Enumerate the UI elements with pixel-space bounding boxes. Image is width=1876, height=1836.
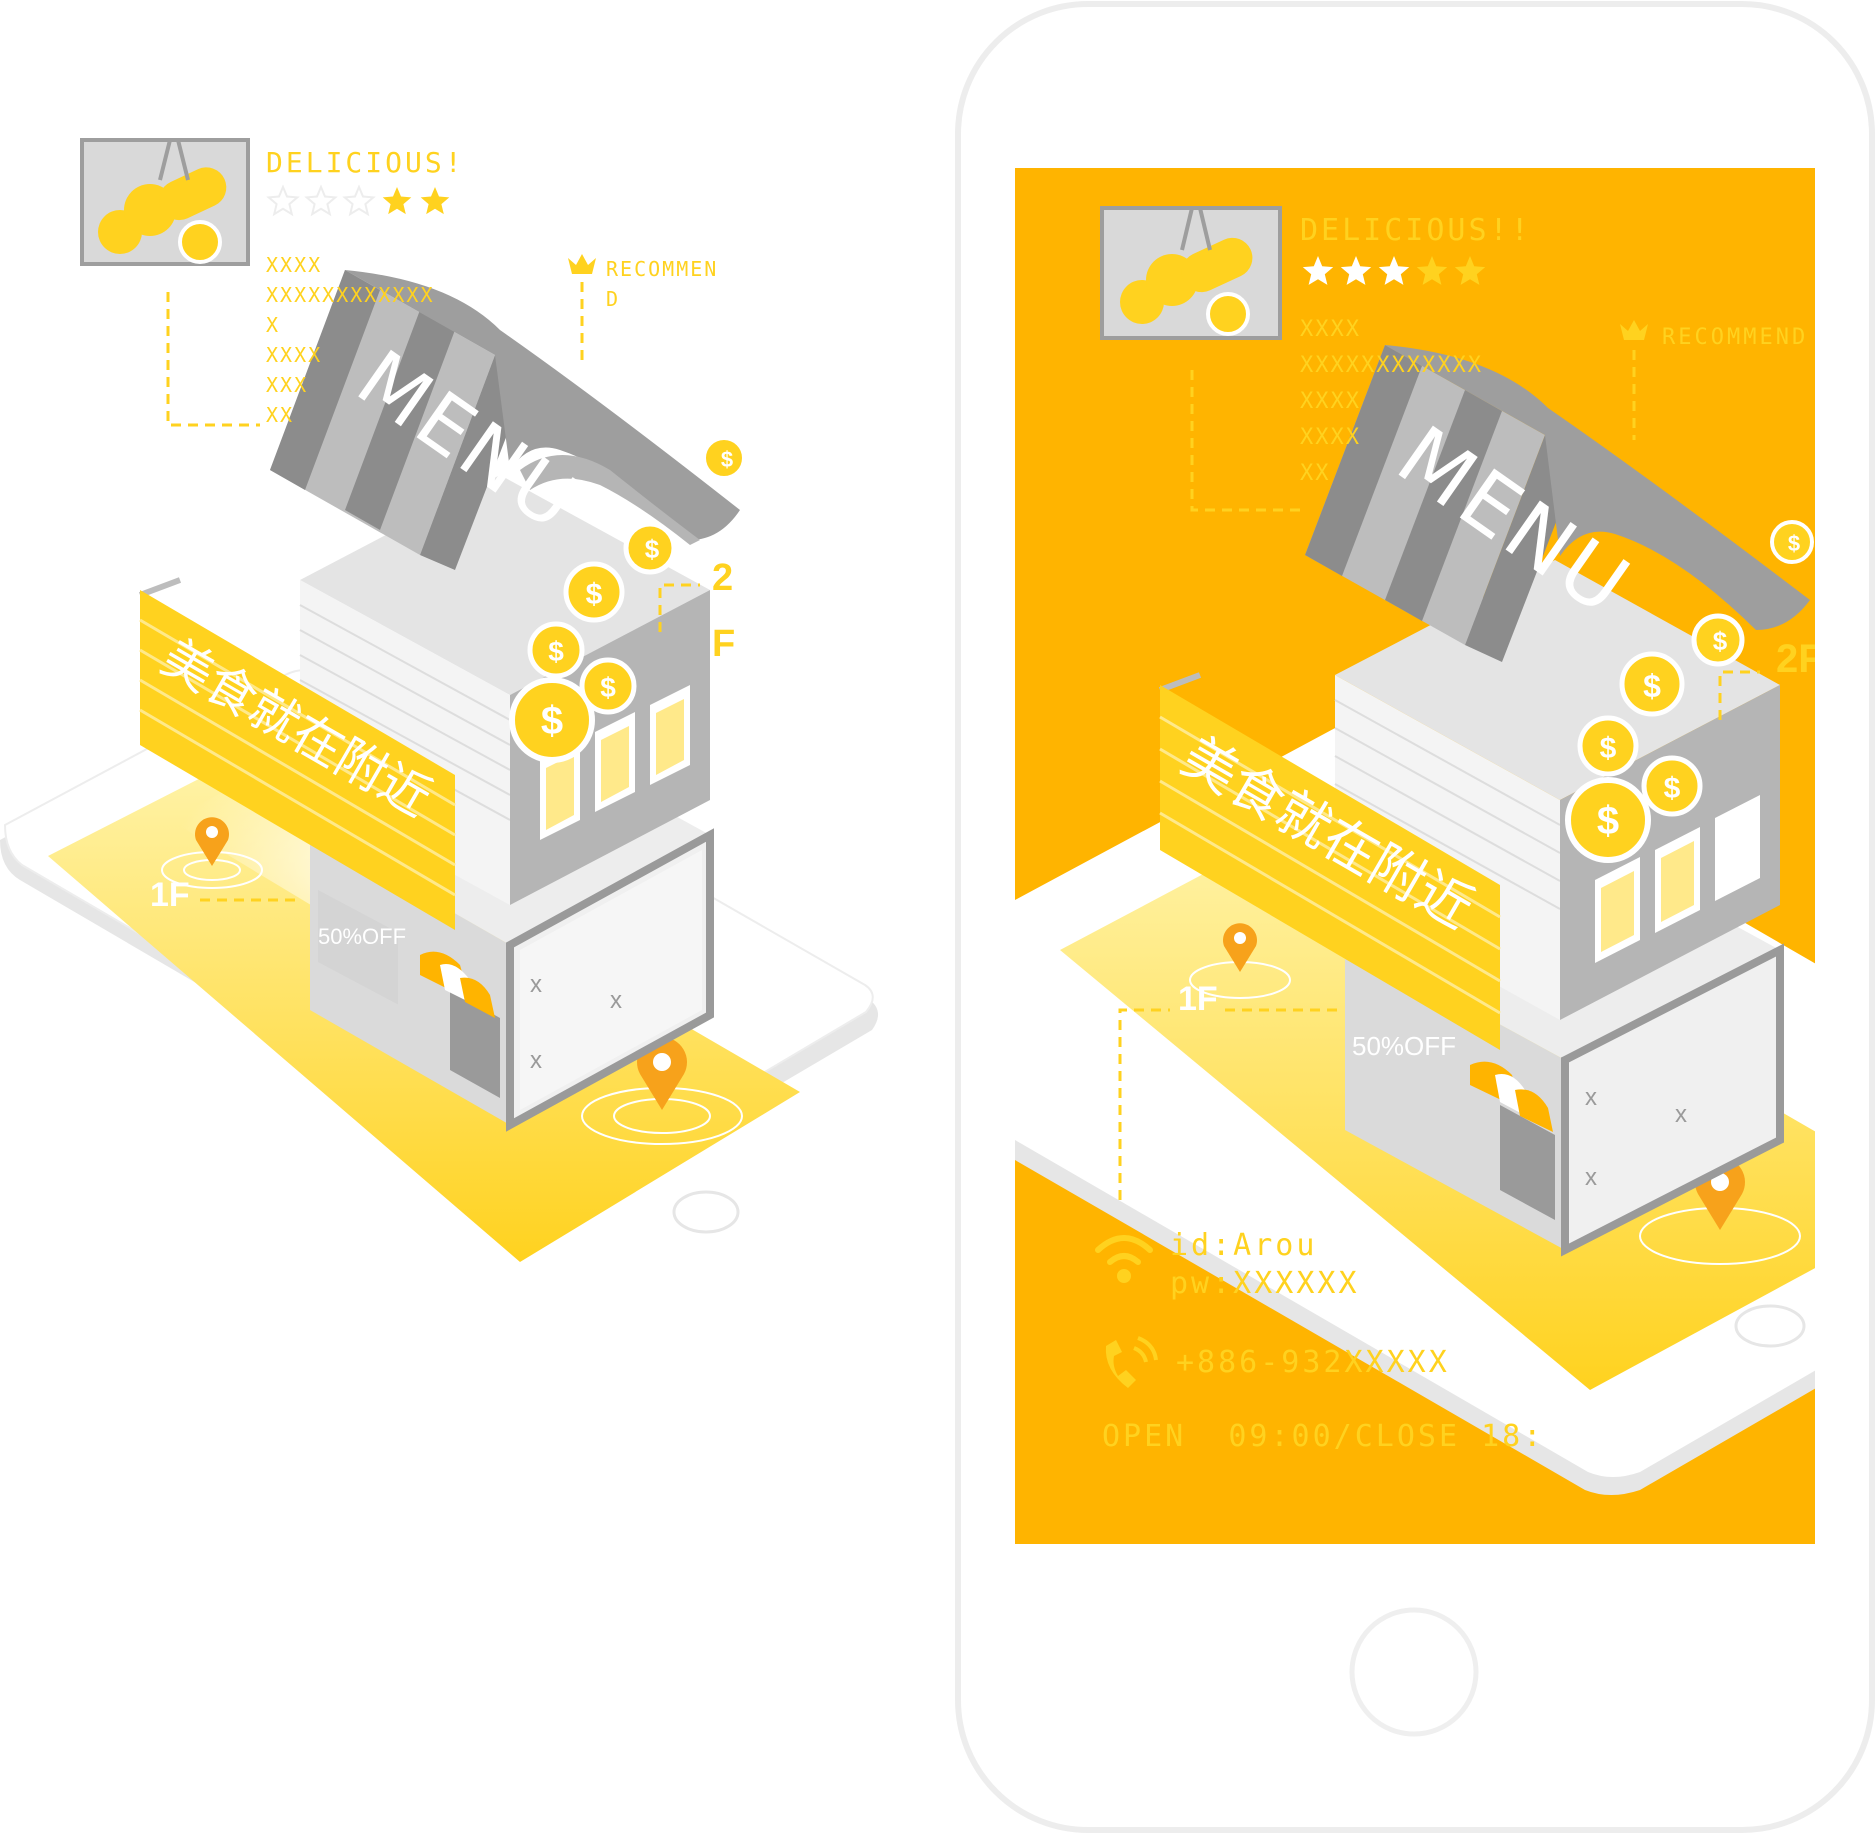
placeholder-line: XXXX — [266, 253, 322, 277]
coin-icon: $ — [623, 521, 677, 575]
right-floor-1-label: 1F — [1178, 980, 1218, 1018]
placeholder-line: X — [266, 313, 280, 337]
coin-icon: $ — [579, 657, 637, 715]
home-button — [1349, 1607, 1479, 1737]
coin-icon: $ — [1770, 520, 1814, 564]
placeholder-line: XXXX — [1300, 317, 1361, 342]
svg-text:$: $ — [1643, 668, 1661, 704]
svg-text:$: $ — [721, 447, 733, 472]
svg-text:2: 2 — [712, 557, 733, 599]
svg-text:x: x — [1675, 1101, 1687, 1128]
coin-icon: $ — [1641, 755, 1703, 817]
wifi-id-text: id:Arou — [1170, 1228, 1317, 1263]
coin-icon: $ — [1691, 613, 1745, 667]
placeholder-line: XXXX — [1300, 389, 1361, 414]
crown-icon — [568, 254, 596, 274]
right-sale-text: 50%OFF — [1352, 1031, 1456, 1061]
placeholder-line: XXXX — [1300, 425, 1361, 450]
illustration-canvas: 1F 50%OFF x x x $ $ $ $ $ $ MENU 美食就在附近 … — [0, 1, 1875, 1833]
left-recommend-line1: RECOMMEN — [606, 257, 718, 281]
wifi-pw-text: pw:XXXXXX — [1170, 1266, 1360, 1301]
coin-icon: $ — [563, 561, 625, 623]
coin-icon: $ — [702, 436, 746, 480]
svg-text:$: $ — [600, 672, 616, 703]
star-icon — [382, 187, 412, 215]
coin-icon: $ — [527, 621, 585, 679]
placeholder-line: XXXXXXXXXXXX — [1300, 353, 1483, 378]
opening-hours-text: OPEN 09:00/CLOSE 18: — [1102, 1419, 1544, 1454]
left-sale-text: 50%OFF — [318, 924, 406, 949]
right-card-title: DELICIOUS!! — [1300, 213, 1532, 248]
coin-icon: $ — [509, 677, 595, 763]
svg-text:$: $ — [1713, 626, 1728, 656]
coin-icon: $ — [1577, 715, 1639, 777]
star-icon — [304, 184, 338, 217]
svg-text:$: $ — [1600, 732, 1617, 765]
svg-text:x: x — [1585, 1084, 1597, 1111]
svg-text:x: x — [530, 971, 542, 998]
svg-text:x: x — [610, 987, 622, 1014]
star-icon — [420, 187, 450, 215]
placeholder-line: XXXX — [266, 343, 322, 367]
svg-text:x: x — [1585, 1164, 1597, 1191]
placeholder-line: XX — [1300, 461, 1331, 486]
left-recommend-line2: D — [606, 287, 618, 311]
right-recommend-text: RECOMMEND — [1662, 325, 1808, 350]
svg-text:F: F — [712, 623, 735, 665]
left-floor-1-label: 1F — [150, 876, 190, 914]
coin-icon: $ — [1565, 777, 1651, 863]
phone-number-text: +886-932XXXXX — [1176, 1345, 1450, 1380]
svg-text:$: $ — [1664, 772, 1681, 805]
star-icon — [266, 184, 300, 217]
left-illustration: 1F 50%OFF x x x $ $ $ $ $ $ MENU 美食就在附近 … — [0, 138, 879, 1262]
left-recommend: RECOMMEN D — [568, 254, 718, 365]
coin-icon: $ — [1619, 651, 1685, 717]
svg-text:x: x — [530, 1047, 542, 1074]
svg-text:$: $ — [548, 636, 564, 667]
placeholder-line: XXX — [266, 373, 308, 397]
svg-text:$: $ — [1788, 531, 1800, 556]
left-card-title: DELICIOUS! — [266, 146, 465, 179]
svg-text:$: $ — [1597, 799, 1619, 843]
placeholder-line: XXXXXXXXXXXX — [266, 283, 435, 307]
left-rating-stars — [266, 184, 450, 217]
placeholder-line: XX — [266, 403, 294, 427]
star-icon — [342, 184, 376, 217]
svg-text:$: $ — [645, 534, 660, 564]
svg-text:$: $ — [586, 578, 603, 611]
svg-text:$: $ — [541, 699, 563, 743]
